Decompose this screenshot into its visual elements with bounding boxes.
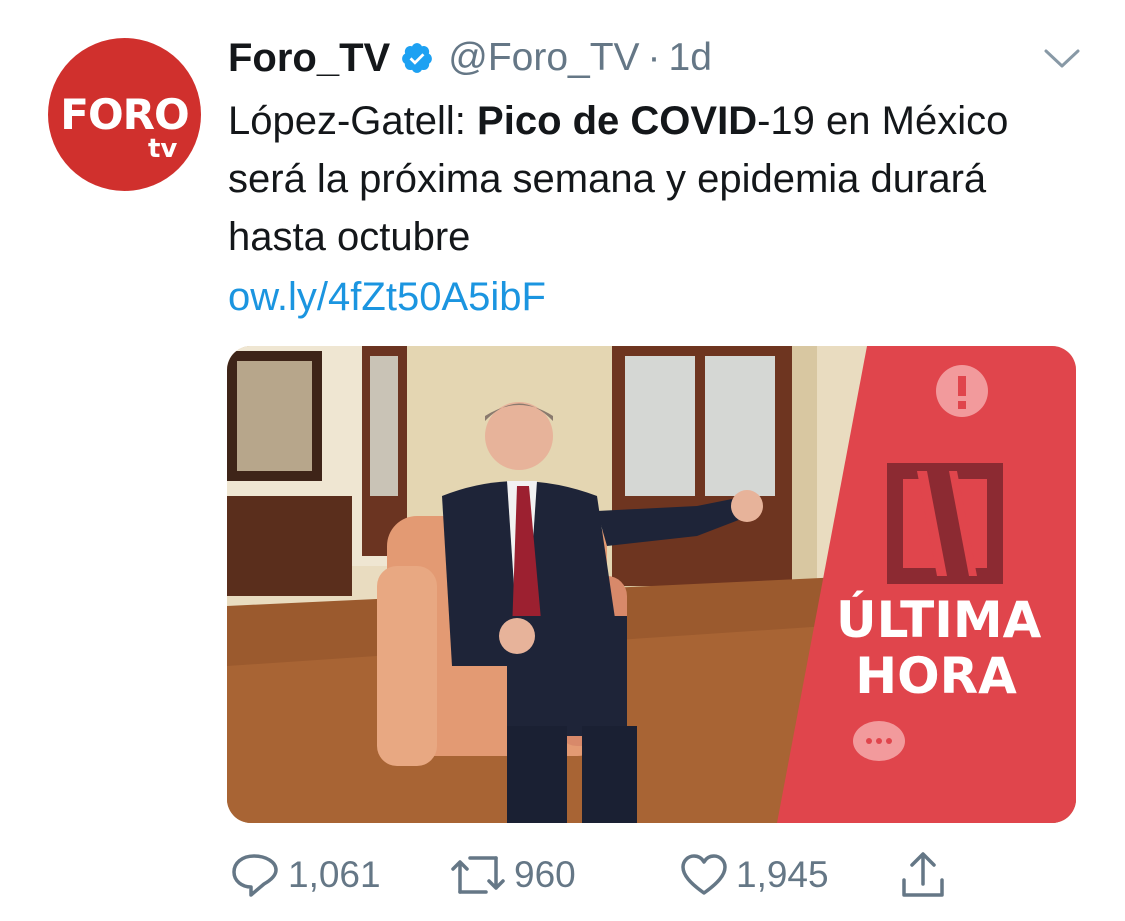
tweet-link[interactable]: ow.ly/4fZt50A5ibF — [228, 268, 546, 326]
verified-badge-icon — [402, 43, 433, 73]
avatar-logo-subtext: tv — [148, 134, 178, 164]
tweet-text: López-Gatell: Pico de COVID-19 en México… — [228, 92, 1088, 266]
avatar-logo-text: FORO — [60, 90, 189, 139]
reply-button[interactable]: 1,061 — [230, 845, 381, 905]
banner-text: ÚLTIMA HORA — [836, 591, 1042, 705]
like-button[interactable]: 1,945 — [680, 845, 829, 905]
chevron-down-icon[interactable] — [1043, 46, 1081, 72]
tweet-text-part: López-Gatell: — [228, 99, 478, 143]
display-name[interactable]: Foro_TV — [228, 36, 390, 81]
separator-dot: · — [647, 36, 661, 79]
banner-line-1: ÚLTIMA — [836, 591, 1042, 649]
handle[interactable]: @Foro_TV — [448, 36, 639, 80]
like-count: 1,945 — [736, 854, 829, 895]
reply-icon — [232, 854, 278, 897]
tweet-header: Foro_TV @Foro_TV · 1d — [228, 32, 712, 84]
retweet-count: 960 — [514, 854, 576, 895]
tweet-actions: 1,061 960 1,945 — [228, 845, 1078, 905]
reply-count: 1,061 — [288, 854, 381, 895]
retweet-button[interactable]: 960 — [450, 845, 576, 905]
share-icon — [902, 852, 944, 897]
media-illustration — [227, 346, 1076, 823]
tweet-media-image[interactable]: ÚLTIMA HORA — [227, 346, 1076, 823]
heart-icon — [681, 854, 727, 895]
tweet-card[interactable]: FORO tv Foro_TV @Foro_TV · 1d López-Gate… — [0, 0, 1125, 921]
avatar[interactable]: FORO tv — [48, 38, 201, 191]
tweet-text-bold: Pico de COVID — [477, 99, 758, 143]
retweet-icon — [451, 856, 505, 894]
banner-line-2: HORA — [855, 647, 1017, 705]
share-button[interactable] — [900, 845, 946, 905]
timestamp[interactable]: 1d — [669, 36, 712, 80]
